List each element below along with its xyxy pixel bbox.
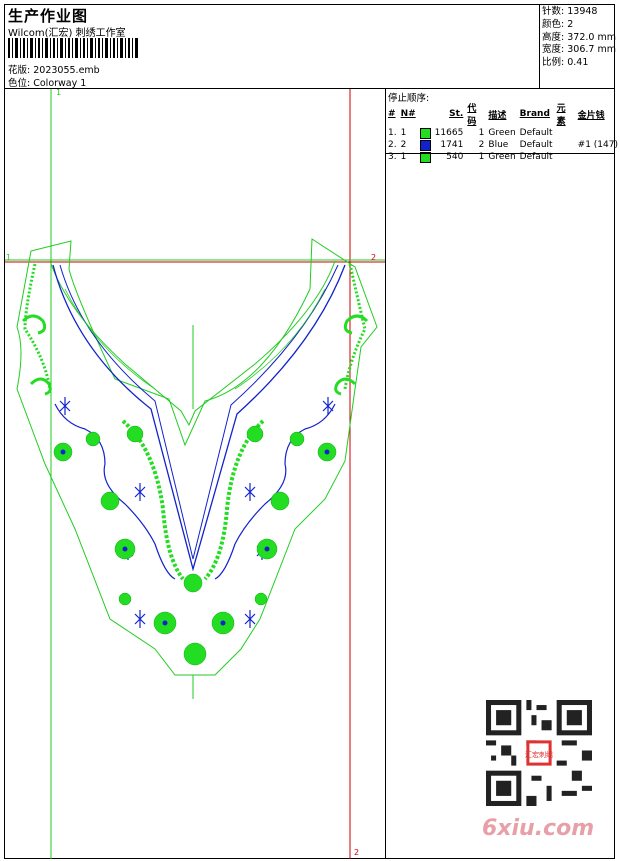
guide-label-h2: 2: [371, 253, 376, 262]
colorway-label: 色位:: [8, 78, 31, 89]
col-header: 金片钱: [577, 110, 605, 121]
stat-scale: 比例: 0.41: [542, 57, 589, 69]
embroidery-design: 1 1 2 2: [5, 89, 385, 859]
green-inner-contour: [64, 288, 326, 390]
green-flower: [100, 491, 120, 511]
blue-neckline-inner: [59, 264, 339, 560]
green-flower: [183, 642, 207, 666]
design-file-row: 花版: 2023055.emb: [8, 62, 100, 76]
green-flower: [126, 425, 144, 443]
watermark-text: 6xiu.com: [482, 816, 595, 841]
blue-flower-center: [60, 449, 66, 455]
green-flower: [118, 592, 132, 606]
col-header: N#: [400, 109, 416, 119]
green-border-right: [343, 263, 367, 390]
guide-label-h1: 1: [6, 253, 11, 262]
colorway-name: Colorway 1: [33, 78, 87, 89]
table-header-row: # N# St. 代码 描述 Brand 元素 金片钱: [386, 101, 620, 127]
guide-label-v1: 1: [56, 89, 61, 97]
blue-star: [322, 397, 334, 415]
seal-text: 汇宏刺绣: [525, 750, 553, 759]
table-row: 2. 2 1741 2 Blue Default #1 (147): [388, 139, 618, 151]
barcode-icon: [8, 38, 138, 58]
col-header: 描述: [488, 110, 507, 121]
col-header: St.: [449, 109, 464, 119]
col-header: [418, 101, 433, 127]
color-swatch: [419, 139, 431, 151]
green-flower: [85, 431, 101, 447]
guide-label-v2: 2: [354, 848, 359, 857]
col-header: #: [388, 109, 396, 119]
table-bottom-rule: [386, 153, 615, 154]
blue-star: [59, 397, 71, 415]
swirl-left-mid: [29, 377, 52, 396]
green-flower: [246, 425, 264, 443]
header-stats-divider: [539, 4, 540, 88]
green-band-right: [203, 419, 265, 581]
table-row: 1. 1 11665 1 Green Default: [388, 127, 553, 139]
qr-code-icon: 汇宏刺绣: [486, 700, 592, 806]
green-flower: [183, 573, 203, 593]
blue-star: [244, 483, 256, 501]
stat-stitches: 针数: 13948: [542, 6, 598, 17]
green-border-left: [23, 263, 52, 390]
design-stats: 针数: 13948 颜色: 2 高度: 372.0 mm 宽度: 306.7 m…: [542, 6, 616, 70]
stat-height: 高度: 372.0 mm: [542, 31, 616, 43]
swirl-right-mid: [334, 377, 357, 396]
col-header: Brand: [519, 109, 550, 119]
blue-flower-center: [324, 449, 330, 455]
sidebar-divider: [385, 88, 386, 859]
page-title: 生产作业图: [8, 7, 89, 25]
stat-colors: 颜色: 2: [542, 18, 574, 30]
stat-width: 宽度: 306.7 mm: [542, 44, 616, 56]
blue-flower-center: [122, 546, 128, 552]
blue-star: [134, 483, 146, 501]
color-swatch: [419, 127, 431, 139]
page-subtitle: Wilcom(汇宏) 刺绣工作室: [8, 28, 126, 39]
green-flower: [254, 592, 268, 606]
blue-flower-center: [162, 620, 168, 626]
green-flower: [289, 431, 305, 447]
blue-flower-center: [264, 546, 270, 552]
colorway-row: 色位: Colorway 1: [8, 75, 86, 89]
col-header: 元素: [556, 104, 566, 127]
blue-star: [244, 610, 256, 628]
col-header: 代码: [467, 104, 477, 127]
blue-star: [134, 610, 146, 628]
blue-flower-center: [220, 620, 226, 626]
green-flower: [270, 491, 290, 511]
